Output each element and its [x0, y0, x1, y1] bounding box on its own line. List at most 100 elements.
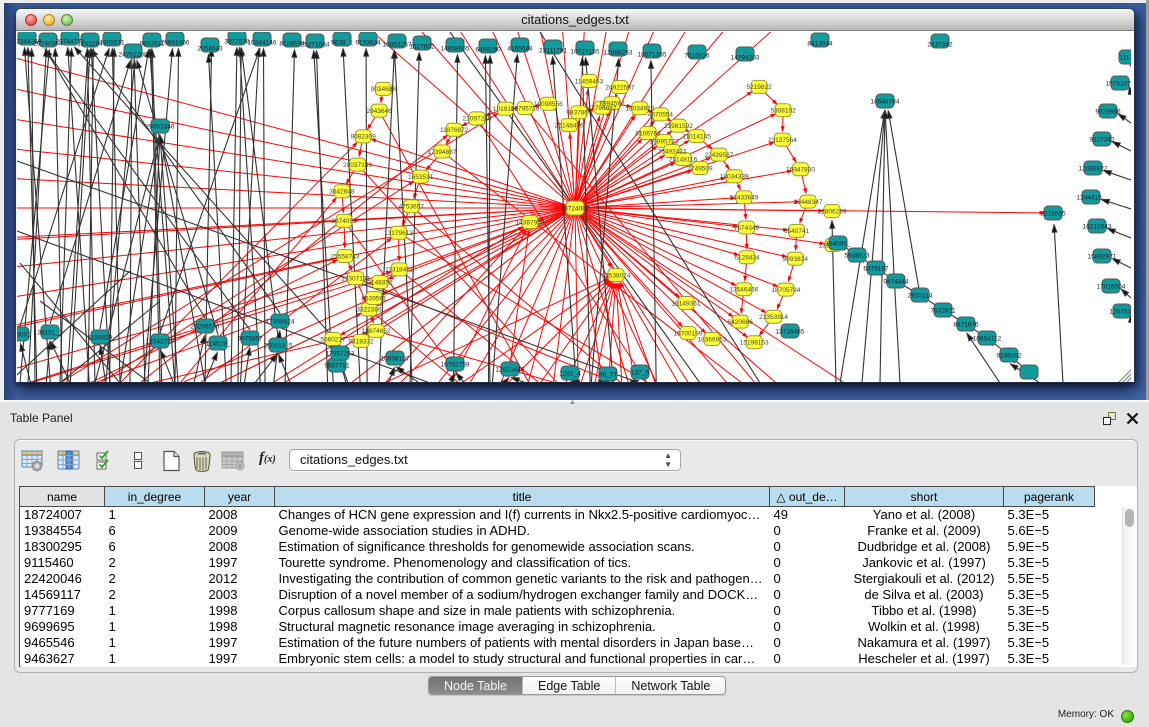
- svg-text:12923446: 12923446: [496, 366, 525, 373]
- svg-text:5308102: 5308102: [770, 108, 796, 115]
- svg-text:29053346: 29053346: [146, 123, 175, 130]
- svg-text:9227342: 9227342: [1089, 136, 1115, 143]
- svg-text:25148476: 25148476: [555, 122, 584, 129]
- svg-text:126753_: 126753_: [1109, 308, 1131, 315]
- svg-text:2935114: 2935114: [908, 292, 933, 299]
- svg-text:6540741: 6540741: [784, 228, 810, 235]
- svg-text:24148116: 24148116: [669, 156, 698, 163]
- svg-text:2437342: 2437342: [927, 42, 953, 49]
- svg-text:10344146: 10344146: [248, 40, 277, 47]
- svg-text:8413044: 8413044: [807, 41, 833, 48]
- svg-text:9893824: 9893824: [783, 256, 809, 263]
- svg-text:4753657: 4753657: [399, 204, 425, 211]
- svg-text:8106768: 8106768: [635, 130, 661, 137]
- svg-text:137_5: 137_5: [631, 369, 649, 376]
- svg-text:18366963: 18366963: [698, 336, 727, 343]
- svg-text:24751200: 24751200: [119, 52, 148, 59]
- svg-text:18705794: 18705794: [771, 287, 800, 294]
- svg-text:10958107: 10958107: [381, 355, 410, 362]
- svg-text:18724007: 18724007: [561, 205, 590, 212]
- svg-text:250513_5: 250513_5: [264, 342, 293, 349]
- svg-text:6379197: 6379197: [863, 265, 889, 272]
- svg-text:8539591: 8539591: [361, 295, 387, 302]
- svg-text:25492422: 25492422: [658, 148, 687, 155]
- svg-text:9153634: 9153634: [355, 40, 381, 47]
- svg-text:16947830: 16947830: [786, 167, 815, 174]
- svg-text:4165048: 4165048: [507, 46, 533, 53]
- svg-text:1019189: 1019189: [493, 106, 519, 113]
- svg-text:3377578: 3377578: [224, 39, 250, 46]
- svg-text:23538074: 23538074: [602, 272, 631, 279]
- svg-text:15892971: 15892971: [1088, 253, 1117, 260]
- svg-text:25271684: 25271684: [301, 42, 330, 49]
- svg-text:21981592: 21981592: [664, 123, 693, 130]
- svg-text:10654112: 10654112: [973, 335, 1002, 342]
- svg-text:114519_: 114519_: [206, 340, 231, 347]
- svg-text:9474444: 9474444: [883, 278, 909, 285]
- svg-text:5938923: 5938923: [844, 252, 870, 259]
- svg-text:14387959: 14387959: [516, 219, 545, 226]
- svg-text:24922597: 24922597: [606, 84, 635, 91]
- svg-text:10671355: 10671355: [638, 52, 667, 59]
- svg-text:10853257: 10853257: [383, 42, 412, 49]
- svg-text:7749509: 7749509: [687, 165, 713, 172]
- svg-text:96_77: 96_77: [599, 371, 617, 378]
- svg-text:9034686: 9034686: [371, 86, 397, 93]
- svg-text:17957253: 17957253: [326, 350, 355, 357]
- svg-text:1156829: 1156829: [88, 334, 113, 341]
- svg-text:25558743: 25558743: [331, 253, 360, 260]
- svg-text:1905571: 1905571: [99, 40, 125, 47]
- svg-text:6128434: 6128434: [734, 255, 760, 262]
- svg-text:29691406: 29691406: [161, 40, 190, 47]
- svg-text:19095773: 19095773: [650, 138, 679, 145]
- svg-text:7632621: 7632621: [930, 307, 956, 314]
- svg-text:20206576: 20206576: [191, 323, 220, 330]
- svg-text:17307133: 17307133: [341, 275, 370, 282]
- svg-text:15751074: 15751074: [1106, 80, 1131, 87]
- svg-text:23111791: 23111791: [539, 48, 567, 55]
- svg-text:16648784: 16648784: [871, 98, 900, 105]
- svg-text:17016504: 17016504: [1097, 283, 1126, 290]
- svg-text:15198153: 15198153: [740, 340, 769, 347]
- svg-text:21353914: 21353914: [759, 314, 788, 321]
- svg-text:17359924: 17359924: [266, 318, 295, 325]
- svg-text:1527602: 1527602: [409, 44, 435, 51]
- svg-text:16782759: 16782759: [441, 361, 470, 368]
- svg-text:13716465: 13716465: [776, 328, 805, 335]
- svg-text:3322386: 3322386: [356, 307, 382, 314]
- svg-text:16149361: 16149361: [672, 300, 701, 307]
- svg-text:9245052: 9245052: [996, 352, 1022, 359]
- svg-text:11459463: 11459463: [575, 78, 604, 85]
- svg-text:17394887: 17394887: [428, 149, 457, 156]
- svg-text:1292_4: 1292_4: [559, 370, 581, 377]
- svg-text:12093822: 12093822: [1079, 165, 1108, 172]
- svg-text:21433649: 21433649: [730, 195, 759, 202]
- svg-text:9657791: 9657791: [324, 362, 350, 369]
- svg-text:20037339: 20037339: [343, 162, 372, 169]
- svg-text:6466160: 6466160: [475, 47, 501, 54]
- svg-text:164095_: 164095_: [825, 240, 851, 247]
- svg-text:7515526: 7515526: [684, 53, 710, 60]
- svg-text:11876872: 11876872: [440, 127, 469, 134]
- svg-text:9975857: 9975857: [237, 335, 263, 342]
- svg-text:9082309: 9082309: [350, 134, 376, 141]
- svg-text:13546466: 13546466: [729, 287, 758, 294]
- svg-text:6994562: 6994562: [599, 101, 625, 108]
- svg-text:2054043: 2054043: [197, 46, 223, 53]
- svg-text:9318332: 9318332: [348, 338, 374, 345]
- svg-text:10719155: 10719155: [571, 49, 600, 56]
- svg-text:11318461: 11318461: [385, 267, 414, 274]
- svg-text:8471676: 8471676: [953, 321, 979, 328]
- svg-text:5060227: 5060227: [320, 336, 346, 343]
- svg-text:22439587: 22439587: [704, 152, 733, 159]
- svg-text:13179613: 13179613: [384, 230, 413, 237]
- svg-text:1244415_: 1244415_: [1077, 194, 1106, 201]
- svg-text:22806289: 22806289: [818, 208, 847, 215]
- svg-text:19448347: 19448347: [794, 199, 823, 206]
- svg-text:7674349: 7674349: [734, 225, 760, 232]
- svg-text:9639_1: 9639_1: [331, 40, 353, 47]
- svg-text:3215955: 3215955: [1040, 210, 1066, 217]
- svg-text:12888253: 12888253: [604, 50, 633, 57]
- svg-text:_43001: _43001: [17, 331, 31, 338]
- svg-text:4570554: 4570554: [648, 112, 674, 119]
